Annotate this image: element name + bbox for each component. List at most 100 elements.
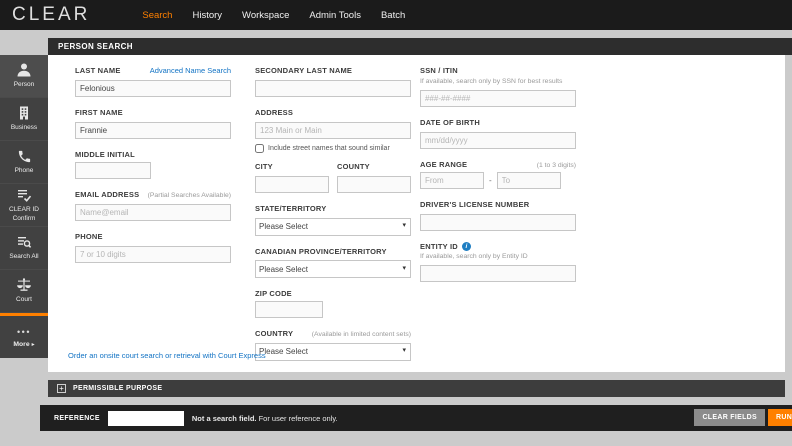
- reference-input[interactable]: [108, 411, 184, 426]
- date-of-birth-field-group: DATE OF BIRTH: [420, 118, 576, 149]
- nav-search[interactable]: Search: [142, 10, 172, 21]
- last-name-input[interactable]: [75, 80, 231, 97]
- secondary-last-name-label: SECONDARY LAST NAME: [255, 66, 352, 75]
- drivers-license-input[interactable]: [420, 214, 576, 231]
- middle-initial-input[interactable]: [75, 162, 151, 179]
- date-of-birth-input[interactable]: [420, 132, 576, 149]
- ssn-note: If available, search only by SSN for bes…: [420, 78, 576, 85]
- date-of-birth-label: DATE OF BIRTH: [420, 118, 480, 127]
- clear-fields-button[interactable]: CLEAR FIELDS: [694, 409, 765, 426]
- top-navigation-bar: CLEAR Search History Workspace Admin Too…: [0, 0, 792, 30]
- person-search-form-panel: LAST NAME Advanced Name Search FIRST NAM…: [48, 55, 785, 372]
- address-field-group: ADDRESS: [255, 108, 411, 139]
- zip-code-input[interactable]: [255, 301, 323, 318]
- nav-admin-tools[interactable]: Admin Tools: [309, 10, 361, 21]
- ellipsis-icon: •••: [17, 327, 31, 337]
- sidebar-item-label: Court: [16, 296, 32, 304]
- search-type-sidebar: Person Business Phone CLEAR ID Confirm S…: [0, 55, 48, 358]
- canadian-province-label: CANADIAN PROVINCE/TERRITORY: [255, 247, 387, 256]
- address-fields-column: SECONDARY LAST NAME ADDRESS Include stre…: [255, 66, 411, 372]
- address-label: ADDRESS: [255, 108, 293, 117]
- city-label: CITY: [255, 162, 273, 171]
- sidebar-item-label: Search All: [9, 253, 38, 261]
- age-range-label: AGE RANGE: [420, 160, 467, 169]
- state-select[interactable]: Please Select: [255, 218, 411, 236]
- permissible-purpose-section[interactable]: + PERMISSIBLE PURPOSE: [48, 380, 785, 397]
- similar-street-names-checkbox-row: Include street names that sound similar: [255, 144, 411, 153]
- entity-id-input[interactable]: [420, 265, 576, 282]
- sidebar-item-search-all[interactable]: Search All: [0, 227, 48, 270]
- sidebar-item-clear-id-confirm[interactable]: CLEAR ID Confirm: [0, 184, 48, 227]
- county-field-group: COUNTY: [337, 162, 411, 193]
- country-label: COUNTRY: [255, 329, 293, 338]
- run-search-button[interactable]: RUN SEARCH: [768, 409, 792, 426]
- zip-code-field-group: ZIP CODE: [255, 289, 411, 318]
- canadian-province-field-group: CANADIAN PROVINCE/TERRITORY Please Selec…: [255, 247, 411, 279]
- page-title: PERSON SEARCH: [58, 42, 133, 51]
- county-label: COUNTY: [337, 162, 370, 171]
- email-input[interactable]: [75, 204, 231, 221]
- state-field-group: STATE/TERRITORY Please Select ▾: [255, 204, 411, 236]
- address-input[interactable]: [255, 122, 411, 139]
- secondary-last-name-input[interactable]: [255, 80, 411, 97]
- clear-logo: CLEAR: [12, 4, 90, 26]
- similar-street-names-label: Include street names that sound similar: [268, 145, 390, 152]
- more-label: More: [13, 341, 29, 348]
- reference-label: REFERENCE: [54, 415, 100, 422]
- entity-id-field-group: ENTITY ID i If available, search only by…: [420, 242, 576, 282]
- chevron-right-icon: ▸: [32, 341, 35, 348]
- advanced-name-search-link[interactable]: Advanced Name Search: [150, 66, 231, 75]
- email-label: EMAIL ADDRESS: [75, 190, 139, 199]
- sidebar-item-phone[interactable]: Phone: [0, 141, 48, 184]
- country-field-group: COUNTRY (Available in limited content se…: [255, 329, 411, 361]
- sidebar-item-person[interactable]: Person: [0, 55, 48, 98]
- entity-id-label: ENTITY ID: [420, 242, 458, 251]
- info-icon[interactable]: i: [462, 242, 471, 251]
- first-name-field-group: FIRST NAME: [75, 108, 231, 139]
- county-input[interactable]: [337, 176, 411, 193]
- drivers-license-label: DRIVER'S LICENSE NUMBER: [420, 200, 529, 209]
- court-icon: [16, 277, 32, 293]
- email-note: (Partial Searches Available): [148, 192, 231, 199]
- state-label: STATE/TERRITORY: [255, 204, 326, 213]
- sidebar-item-court[interactable]: Court: [0, 270, 48, 313]
- phone-icon: [17, 149, 32, 164]
- similar-street-names-checkbox[interactable]: [255, 144, 264, 153]
- identifier-fields-column: SSN / ITIN If available, search only by …: [420, 66, 576, 293]
- ssn-label: SSN / ITIN: [420, 66, 458, 75]
- middle-initial-label: MIDDLE INITIAL: [75, 150, 135, 159]
- ssn-input[interactable]: [420, 90, 576, 107]
- expand-icon[interactable]: +: [57, 384, 66, 393]
- first-name-label: FIRST NAME: [75, 108, 123, 117]
- sidebar-item-label: Phone: [15, 167, 34, 175]
- age-range-separator: -: [489, 176, 492, 185]
- canadian-province-select[interactable]: Please Select: [255, 260, 411, 278]
- drivers-license-field-group: DRIVER'S LICENSE NUMBER: [420, 200, 576, 231]
- court-express-link[interactable]: Order an onsite court search or retrieva…: [68, 351, 266, 360]
- nav-batch[interactable]: Batch: [381, 10, 405, 21]
- country-select[interactable]: Please Select: [255, 343, 411, 361]
- city-input[interactable]: [255, 176, 329, 193]
- reference-note-bold: Not a search field.: [192, 414, 257, 423]
- first-name-input[interactable]: [75, 122, 231, 139]
- nav-workspace[interactable]: Workspace: [242, 10, 289, 21]
- main-nav: Search History Workspace Admin Tools Bat…: [142, 10, 405, 21]
- email-field-group: EMAIL ADDRESS (Partial Searches Availabl…: [75, 190, 231, 221]
- business-icon: [16, 105, 32, 121]
- country-note: (Available in limited content sets): [312, 331, 411, 338]
- person-icon: [16, 62, 32, 78]
- page-title-bar: PERSON SEARCH: [48, 38, 792, 55]
- sidebar-item-label: Business: [11, 124, 37, 132]
- nav-history[interactable]: History: [192, 10, 222, 21]
- middle-initial-field-group: MIDDLE INITIAL: [75, 150, 231, 179]
- sidebar-item-more[interactable]: ••• More ▸: [0, 316, 48, 358]
- sidebar-item-business[interactable]: Business: [0, 98, 48, 141]
- reference-note: Not a search field. For user reference o…: [192, 414, 338, 423]
- age-to-input[interactable]: [497, 172, 561, 189]
- ssn-field-group: SSN / ITIN If available, search only by …: [420, 66, 576, 107]
- last-name-field-group: LAST NAME Advanced Name Search: [75, 66, 231, 97]
- sidebar-item-label: CLEAR ID Confirm: [2, 206, 46, 222]
- footer-action-bar: REFERENCE Not a search field. For user r…: [40, 405, 792, 431]
- phone-input[interactable]: [75, 246, 231, 263]
- age-from-input[interactable]: [420, 172, 484, 189]
